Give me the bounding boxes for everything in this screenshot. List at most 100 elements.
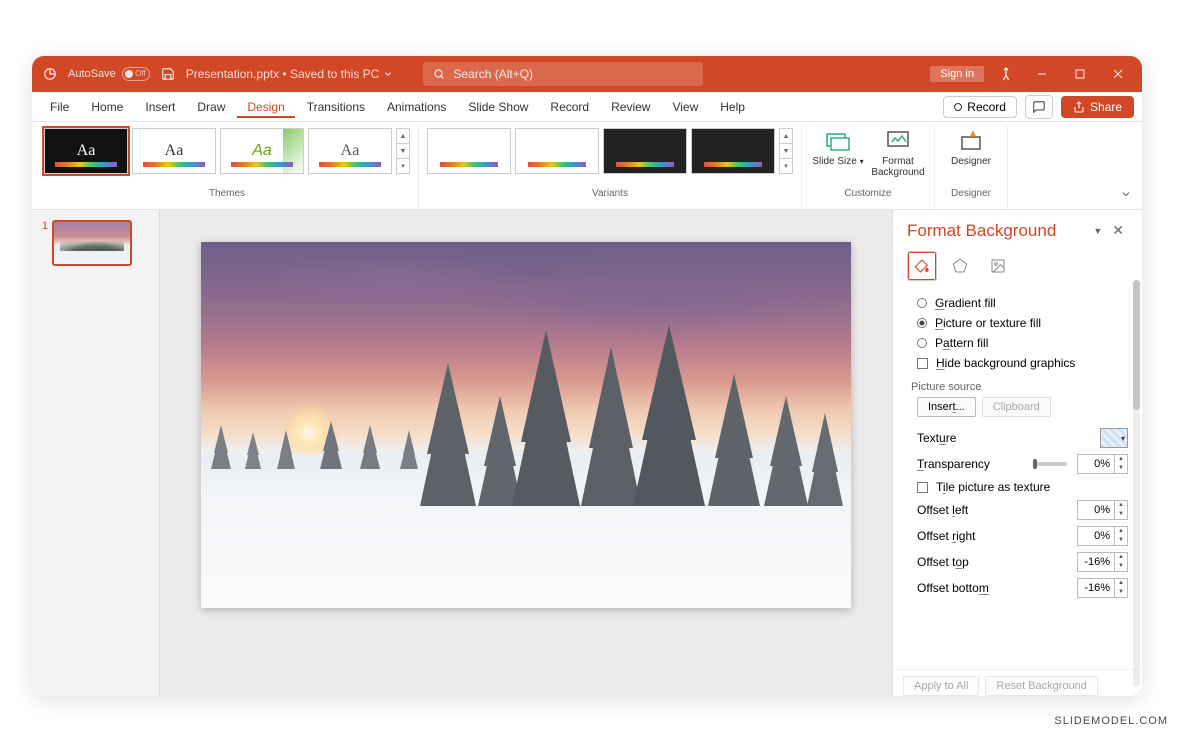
variant-swatch-3[interactable] xyxy=(603,128,687,174)
pane-title: Format Background xyxy=(907,221,1087,241)
thumbnail-item[interactable]: 1 xyxy=(38,220,153,266)
share-button[interactable]: Share xyxy=(1061,96,1134,118)
ribbon-group-variants: ▲▼▾ Variants xyxy=(419,126,802,209)
record-button[interactable]: Record xyxy=(943,96,1017,118)
record-dot-icon xyxy=(954,103,962,111)
chevron-down-icon xyxy=(1120,188,1132,200)
menu-transitions[interactable]: Transitions xyxy=(297,96,375,118)
autosave-label: AutoSave xyxy=(68,68,116,80)
menu-draw[interactable]: Draw xyxy=(187,96,235,118)
menu-insert[interactable]: Insert xyxy=(135,96,185,118)
search-icon xyxy=(433,68,445,80)
variant-swatch-1[interactable] xyxy=(427,128,511,174)
pane-scrollbar[interactable] xyxy=(1133,280,1140,686)
slide-thumbnail-1[interactable] xyxy=(52,220,132,266)
picture-source-label: Picture source xyxy=(911,381,1128,393)
ribbon-group-designer: Designer Designer xyxy=(935,126,1008,209)
menu-review[interactable]: Review xyxy=(601,96,660,118)
offset-top-spinner[interactable]: ▲▼ xyxy=(1077,552,1128,572)
apply-to-all-button[interactable]: Apply to All xyxy=(903,676,979,696)
slide-size-icon xyxy=(825,128,851,154)
transparency-spinner[interactable]: ▲▼ xyxy=(1077,454,1128,474)
themes-scroll[interactable]: ▲▼▾ xyxy=(396,128,410,174)
offset-right-spinner[interactable]: ▲▼ xyxy=(1077,526,1128,546)
checkbox-hide-bg-graphics[interactable]: Hide background graphics xyxy=(917,353,1128,373)
slide-thumbnails-panel: 1 xyxy=(32,210,160,696)
texture-picker[interactable]: ▾ xyxy=(1100,428,1128,448)
variants-scroll[interactable]: ▲▼▾ xyxy=(779,128,793,174)
insert-picture-button[interactable]: Insert... xyxy=(917,397,976,417)
pane-options-dropdown[interactable]: ▼ xyxy=(1093,226,1102,236)
menu-view[interactable]: View xyxy=(662,96,708,118)
ribbon-group-themes: Aa Aa Aa Aa ▲▼▾ Themes xyxy=(36,126,419,209)
share-icon xyxy=(1073,101,1085,113)
autosave-toggle[interactable]: AutoSave Off xyxy=(68,67,150,81)
theme-swatch-3[interactable]: Aa xyxy=(220,128,304,174)
titlebar-left: AutoSave Off Presentation.pptx • Saved t… xyxy=(42,66,393,82)
toggle-state: Off xyxy=(135,69,146,78)
sign-in-button[interactable]: Sign in xyxy=(930,66,984,82)
slide-canvas-area[interactable] xyxy=(160,210,892,696)
document-title[interactable]: Presentation.pptx • Saved to this PC xyxy=(186,67,394,81)
designer-group-label: Designer xyxy=(951,184,991,201)
chevron-down-icon xyxy=(383,69,393,79)
slide-size-button[interactable]: Slide Size ▾ xyxy=(810,128,866,167)
customize-group-label: Customize xyxy=(844,184,891,201)
comments-button[interactable] xyxy=(1025,95,1053,119)
radio-pattern-fill[interactable]: Pattern fill xyxy=(917,333,1128,353)
toggle-switch[interactable]: Off xyxy=(122,67,150,81)
menu-help[interactable]: Help xyxy=(710,96,755,118)
radio-gradient-fill[interactable]: Gradient fill xyxy=(917,293,1128,313)
slide-number: 1 xyxy=(38,220,48,266)
picture-icon xyxy=(990,258,1006,274)
slide[interactable] xyxy=(201,242,851,608)
offset-bottom-spinner[interactable]: ▲▼ xyxy=(1077,578,1128,598)
reset-background-button[interactable]: Reset Background xyxy=(985,676,1098,696)
offset-right-label: Offset right xyxy=(917,529,1071,543)
theme-swatch-2[interactable]: Aa xyxy=(132,128,216,174)
designer-button[interactable]: Designer xyxy=(943,128,999,167)
pane-tab-effects[interactable] xyxy=(945,251,975,281)
variants-group-label: Variants xyxy=(592,184,628,201)
maximize-button[interactable] xyxy=(1066,60,1094,88)
transparency-label: Transparency xyxy=(917,457,1027,471)
themes-group-label: Themes xyxy=(209,184,245,201)
watermark: SLIDEMODEL.COM xyxy=(1054,715,1168,727)
pane-tab-picture[interactable] xyxy=(983,251,1013,281)
theme-swatch-1[interactable]: Aa xyxy=(44,128,128,174)
powerpoint-icon xyxy=(42,66,58,82)
format-background-button[interactable]: Format Background xyxy=(870,128,926,178)
menu-design[interactable]: Design xyxy=(237,96,294,118)
variant-swatch-2[interactable] xyxy=(515,128,599,174)
offset-bottom-label: Offset bottom xyxy=(917,581,1071,595)
variant-swatch-4[interactable] xyxy=(691,128,775,174)
slide-trees-foreground xyxy=(201,346,851,506)
menu-file[interactable]: File xyxy=(40,96,79,118)
minimize-button[interactable] xyxy=(1028,60,1056,88)
format-background-pane: Format Background ▼ ✕ Gradient fill Pict… xyxy=(892,210,1142,696)
menu-animations[interactable]: Animations xyxy=(377,96,456,118)
radio-picture-fill[interactable]: Picture or texture fill xyxy=(917,313,1128,333)
clipboard-button: Clipboard xyxy=(982,397,1051,417)
workspace: 1 xyxy=(32,210,1142,696)
menu-record[interactable]: Record xyxy=(540,96,599,118)
theme-swatch-4[interactable]: Aa xyxy=(308,128,392,174)
save-icon[interactable] xyxy=(160,66,176,82)
designer-icon xyxy=(958,128,984,154)
transparency-slider[interactable] xyxy=(1033,462,1067,466)
pane-tab-fill[interactable] xyxy=(907,251,937,281)
ribbon-collapse-button[interactable] xyxy=(1114,182,1138,209)
pane-close-button[interactable]: ✕ xyxy=(1108,220,1128,241)
checkbox-tile-picture[interactable]: Tile picture as texture xyxy=(917,477,1128,497)
offset-left-label: Offset left xyxy=(917,503,1071,517)
offset-top-label: Offset top xyxy=(917,555,1071,569)
coming-soon-icon[interactable] xyxy=(998,66,1014,82)
menu-bar: File Home Insert Draw Design Transitions… xyxy=(32,92,1142,122)
title-bar: AutoSave Off Presentation.pptx • Saved t… xyxy=(32,56,1142,92)
offset-left-spinner[interactable]: ▲▼ xyxy=(1077,500,1128,520)
menu-home[interactable]: Home xyxy=(81,96,133,118)
search-input[interactable]: Search (Alt+Q) xyxy=(423,62,703,86)
menu-slideshow[interactable]: Slide Show xyxy=(458,96,538,118)
close-button[interactable] xyxy=(1104,60,1132,88)
format-background-icon xyxy=(885,128,911,154)
